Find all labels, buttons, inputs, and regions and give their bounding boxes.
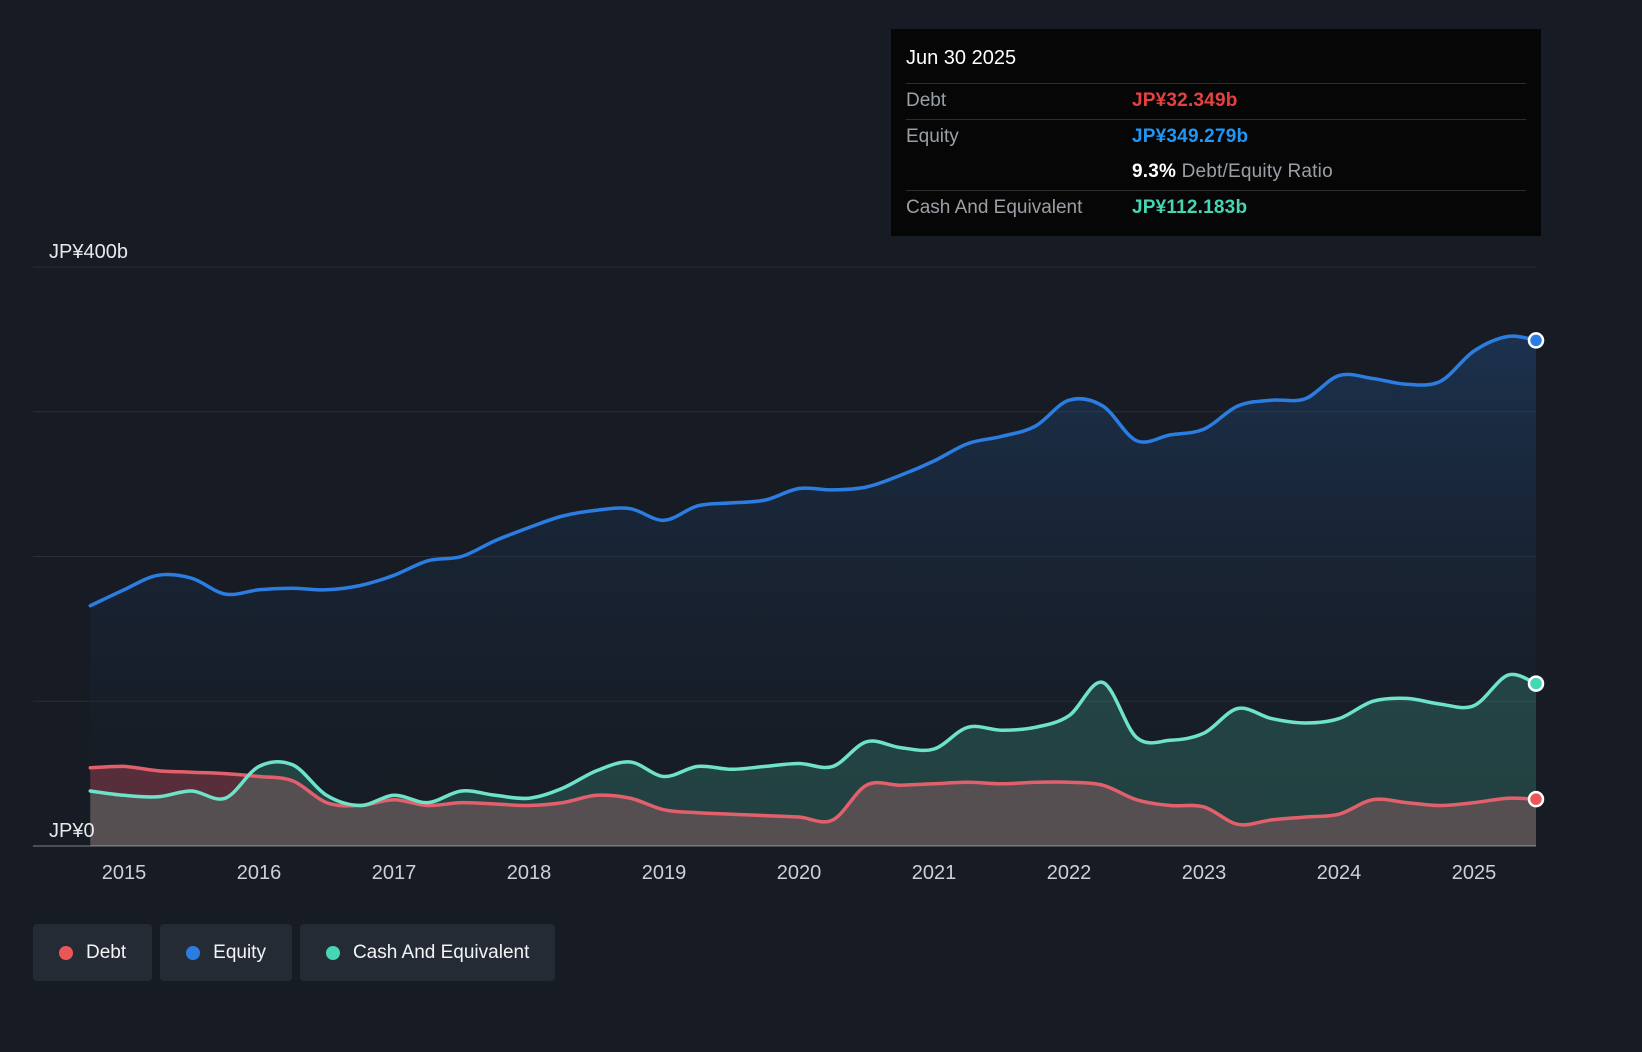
x-axis-label: 2017 xyxy=(372,862,417,884)
x-axis-label: 2025 xyxy=(1452,862,1497,884)
tooltip-row-debt: Debt JP¥32.349b xyxy=(906,83,1526,119)
x-axis-label: 2023 xyxy=(1182,862,1227,884)
legend-item-cash-and-equivalent[interactable]: Cash And Equivalent xyxy=(300,924,555,981)
equity-endpoint-dot xyxy=(1529,333,1543,347)
x-axis-label: 2021 xyxy=(912,862,957,884)
legend-dot-icon xyxy=(59,946,73,960)
tooltip-debt-label: Debt xyxy=(906,90,1132,112)
x-axis-label: 2022 xyxy=(1047,862,1092,884)
cash-endpoint-dot xyxy=(1529,677,1543,691)
tooltip-date: Jun 30 2025 xyxy=(906,37,1526,83)
x-axis-label: 2015 xyxy=(102,862,147,884)
tooltip-ratio-value: 9.3% xyxy=(1132,161,1176,182)
tooltip-equity-label: Equity xyxy=(906,126,1132,148)
debt-endpoint-dot xyxy=(1529,792,1543,806)
x-axis-label: 2016 xyxy=(237,862,282,884)
y-axis-label: JP¥0 xyxy=(49,820,95,842)
legend-dot-icon xyxy=(186,946,200,960)
tooltip-ratio: 9.3% Debt/Equity Ratio xyxy=(1132,161,1333,183)
tooltip-cash-label: Cash And Equivalent xyxy=(906,197,1132,219)
x-axis-label: 2020 xyxy=(777,862,822,884)
tooltip-debt-value: JP¥32.349b xyxy=(1132,90,1238,112)
legend-item-equity[interactable]: Equity xyxy=(160,924,292,981)
tooltip-row-ratio: 9.3% Debt/Equity Ratio xyxy=(906,155,1526,190)
tooltip-row-cash: Cash And Equivalent JP¥112.183b xyxy=(906,190,1526,226)
legend: Debt Equity Cash And Equivalent xyxy=(33,924,555,981)
tooltip: Jun 30 2025 Debt JP¥32.349b Equity JP¥34… xyxy=(891,29,1541,236)
legend-label: Debt xyxy=(86,942,126,964)
tooltip-ratio-label: Debt/Equity Ratio xyxy=(1182,161,1333,182)
tooltip-row-equity: Equity JP¥349.279b xyxy=(906,119,1526,155)
legend-label: Cash And Equivalent xyxy=(353,942,529,964)
legend-label: Equity xyxy=(213,942,266,964)
tooltip-cash-value: JP¥112.183b xyxy=(1132,197,1247,219)
y-axis-label: JP¥400b xyxy=(49,241,128,263)
x-axis-label: 2024 xyxy=(1317,862,1362,884)
legend-item-debt[interactable]: Debt xyxy=(33,924,152,981)
x-axis-label: 2018 xyxy=(507,862,552,884)
tooltip-equity-value: JP¥349.279b xyxy=(1132,126,1248,148)
x-axis-label: 2019 xyxy=(642,862,687,884)
legend-dot-icon xyxy=(326,946,340,960)
